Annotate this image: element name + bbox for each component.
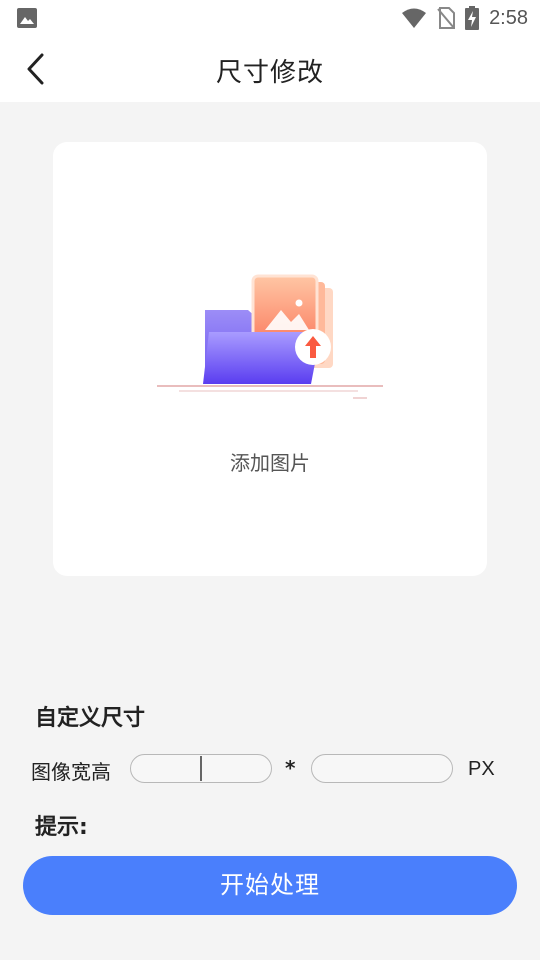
- battery-charging-icon: [465, 6, 480, 30]
- hint-title: 提示:: [35, 815, 88, 840]
- status-time: 2:58: [489, 6, 528, 29]
- size-separator: *: [285, 756, 296, 780]
- no-sim-icon: [437, 7, 456, 29]
- page-title: 尺寸修改: [215, 58, 324, 88]
- image-size-row: 图像宽高 * PX: [0, 752, 540, 786]
- status-bar: 2:58: [0, 0, 540, 36]
- wifi-icon: [402, 8, 427, 28]
- add-image-label: 添加图片: [230, 451, 310, 475]
- unit-label: PX: [468, 758, 495, 780]
- image-icon: [17, 8, 37, 28]
- top-app-bar: 尺寸修改: [0, 36, 540, 102]
- add-image-card[interactable]: 添加图片: [53, 142, 487, 576]
- start-processing-button[interactable]: 开始处理: [23, 856, 517, 915]
- custom-size-title: 自定义尺寸: [35, 706, 146, 731]
- folder-image-upload-icon: [157, 274, 383, 399]
- width-input[interactable]: [130, 754, 272, 783]
- height-input[interactable]: [311, 754, 453, 783]
- image-size-label: 图像宽高: [31, 760, 111, 784]
- text-caret: [200, 756, 202, 781]
